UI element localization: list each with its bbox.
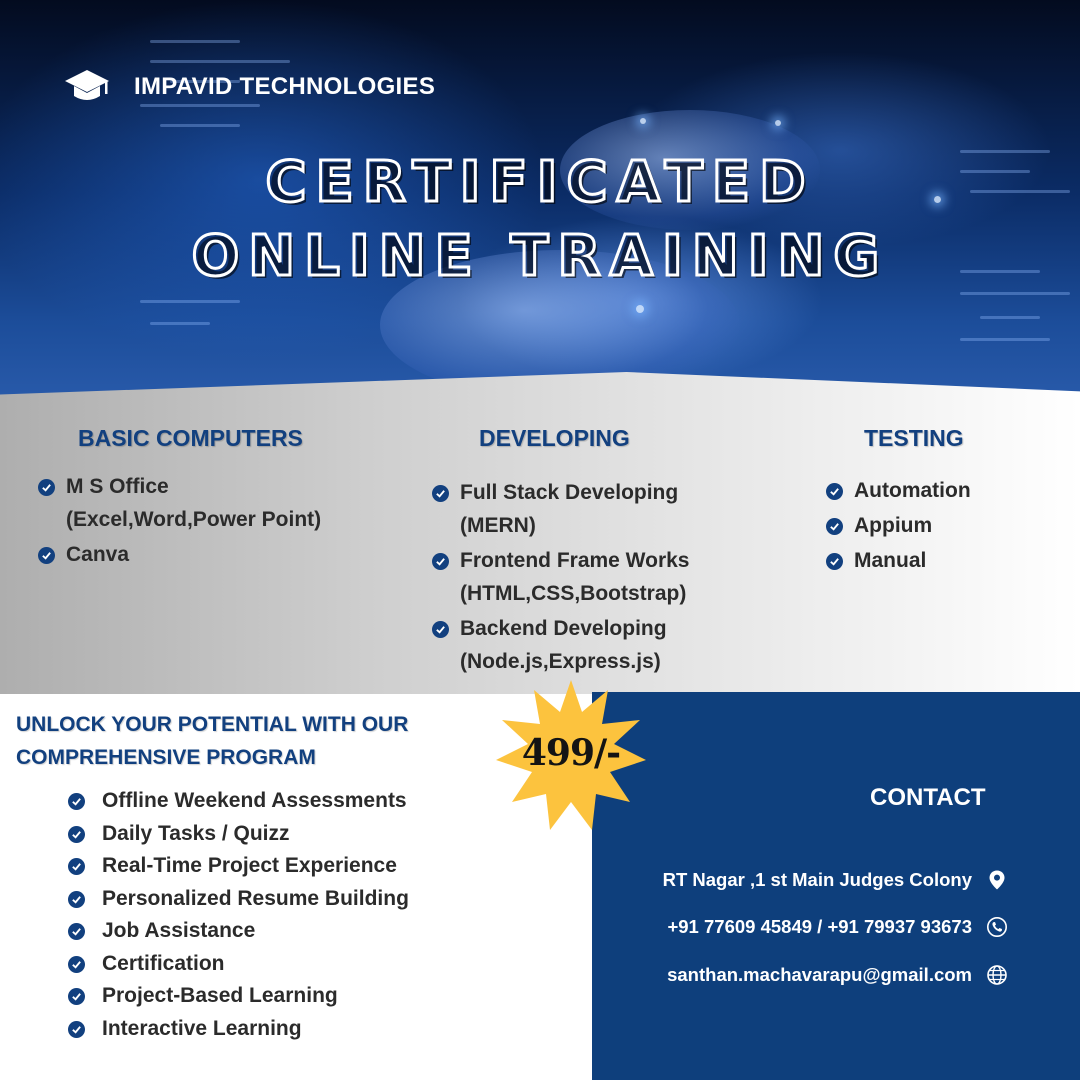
course-item-label: Manual <box>854 549 927 572</box>
course-item-label: Appium <box>854 514 933 537</box>
contact-phone: +91 77609 45849 / +91 79937 93673 <box>667 916 972 937</box>
check-icon <box>68 858 85 875</box>
course-item: Canva <box>38 538 321 571</box>
feature-label: Interactive Learning <box>102 1016 302 1040</box>
contact-address: RT Nagar ,1 st Main Judges Colony <box>662 869 972 890</box>
check-icon <box>432 553 449 570</box>
globe-icon <box>987 965 1007 985</box>
feature-label: Project-Based Learning <box>102 984 338 1007</box>
light-spot <box>775 120 781 126</box>
brand-name: IMPAVID TECHNOLOGIES <box>134 73 436 100</box>
check-icon <box>826 518 843 535</box>
course-item-detail: (HTML,CSS,Bootstrap) <box>460 582 687 605</box>
feature-label: Job Assistance <box>102 919 256 942</box>
price-label: 499/- <box>521 732 621 774</box>
course-item-label: Backend Developing <box>460 617 667 640</box>
headline-line-2: ONLINE TRAINING <box>190 223 889 291</box>
course-title: DEVELOPING <box>479 425 630 451</box>
feature-label: Offline Weekend Assessments <box>102 789 407 812</box>
feature-label: Personalized Resume Building <box>102 886 409 910</box>
location-pin-icon <box>989 870 1005 890</box>
contact-phone-row: +91 77609 45849 / +91 79937 93673 <box>667 916 1007 938</box>
check-icon <box>68 793 85 810</box>
check-icon <box>38 547 55 564</box>
course-item: Automation <box>826 474 971 507</box>
program-heading-line-2: COMPREHENSIVE PROGRAM <box>16 746 316 769</box>
course-item-detail: (MERN) <box>460 514 536 537</box>
course-item-label: Frontend Frame Works <box>460 549 690 572</box>
feature-item: Job Assistance <box>68 916 409 949</box>
contact-email[interactable]: santhan.machavarapu@gmail.com <box>667 964 972 986</box>
course-item-label: Automation <box>854 479 971 502</box>
feature-label: Daily Tasks / Quizz <box>102 821 290 845</box>
contact-email-row: santhan.machavarapu@gmail.com <box>667 964 1007 986</box>
feature-item: Offline Weekend Assessments <box>68 786 409 819</box>
check-icon <box>826 483 843 500</box>
course-item: Frontend Frame Works (HTML,CSS,Bootstrap… <box>432 544 689 610</box>
contact-title: CONTACT <box>870 784 986 811</box>
phone-icon <box>987 917 1007 937</box>
feature-item: Interactive Learning <box>68 1014 409 1047</box>
program-heading: UNLOCK YOUR POTENTIAL WITH OUR COMPREHEN… <box>16 708 486 774</box>
light-spot <box>636 305 644 313</box>
feature-item: Real-Time Project Experience <box>68 851 409 884</box>
course-item-detail: (Excel,Word,Power Point) <box>66 508 322 531</box>
course-title: BASIC COMPUTERS <box>78 425 303 451</box>
feature-label: Real-Time Project Experience <box>102 854 397 877</box>
course-item-label: M S Office <box>66 475 169 498</box>
brand: IMPAVID TECHNOLOGIES <box>64 68 435 106</box>
feature-item: Personalized Resume Building <box>68 884 409 917</box>
course-item: Manual <box>826 544 971 577</box>
check-icon <box>38 479 55 496</box>
course-title: TESTING <box>864 425 964 451</box>
check-icon <box>68 1020 85 1038</box>
feature-item: Daily Tasks / Quizz <box>68 819 409 852</box>
feature-list: Offline Weekend Assessments Daily Tasks … <box>68 786 409 1046</box>
check-icon <box>68 955 85 973</box>
check-icon <box>68 825 85 843</box>
course-item: Full Stack Developing (MERN) <box>432 476 689 542</box>
course-developing: DEVELOPING Full Stack Developing (MERN) … <box>432 425 689 680</box>
price-badge: 499/- <box>496 680 646 830</box>
course-testing: TESTING Automation Appium Manual <box>826 425 971 579</box>
check-icon <box>68 923 85 940</box>
program-heading-line-1: UNLOCK YOUR POTENTIAL WITH OUR <box>16 713 409 736</box>
check-icon <box>432 621 449 638</box>
hero-banner: IMPAVID TECHNOLOGIES CERTIFICATED ONLINE… <box>0 0 1080 430</box>
graduation-cap-icon <box>65 70 109 100</box>
feature-label: Certification <box>102 951 225 975</box>
feature-item: Certification <box>68 949 409 982</box>
light-spot <box>640 118 646 124</box>
course-item-detail: (Node.js,Express.js) <box>460 650 661 673</box>
check-icon <box>68 988 85 1005</box>
feature-item: Project-Based Learning <box>68 981 409 1014</box>
check-icon <box>68 890 85 908</box>
course-item-label: Full Stack Developing <box>460 481 679 504</box>
course-item: M S Office (Excel,Word,Power Point) <box>38 470 321 536</box>
course-item-label: Canva <box>66 543 130 566</box>
course-basic-computers: BASIC COMPUTERS M S Office (Excel,Word,P… <box>38 425 321 573</box>
course-item: Backend Developing (Node.js,Express.js) <box>432 612 689 678</box>
check-icon <box>826 553 843 570</box>
contact-address-row: RT Nagar ,1 st Main Judges Colony <box>662 869 1005 891</box>
check-icon <box>432 485 449 502</box>
course-item: Appium <box>826 509 971 542</box>
headline-line-1: CERTIFICATED <box>264 149 815 217</box>
